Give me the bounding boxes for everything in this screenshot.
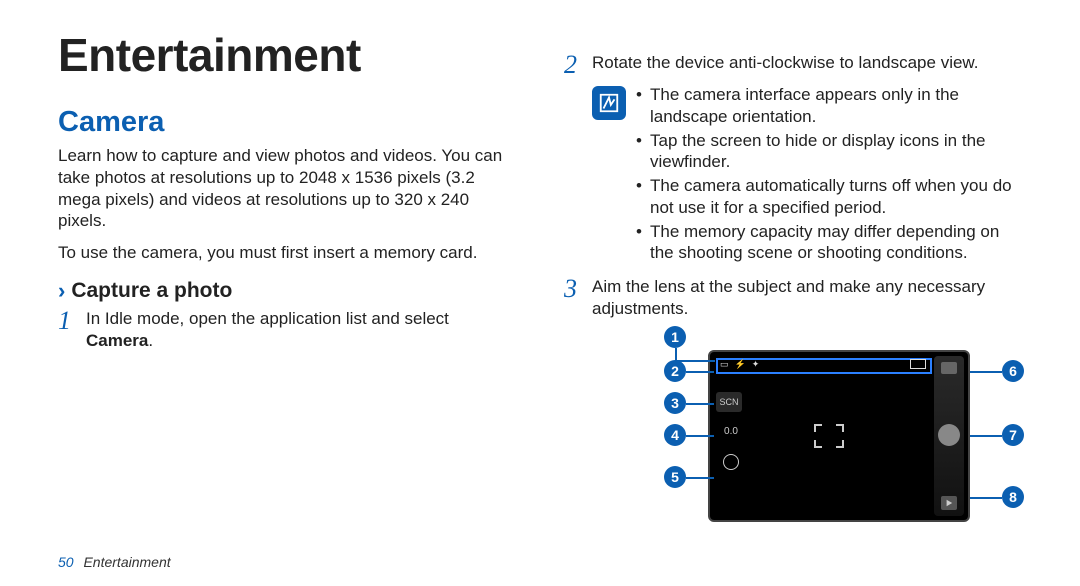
flash-icon: ⚡ xyxy=(735,359,746,370)
footer-label: Entertainment xyxy=(83,554,170,570)
callout-3: 3 xyxy=(664,392,686,414)
note-icon xyxy=(592,86,626,120)
chapter-title: Entertainment xyxy=(58,28,516,82)
scene-mode-label: SCN xyxy=(716,392,742,412)
callout-leader xyxy=(686,371,714,373)
right-column: 2 Rotate the device anti-clockwise to la… xyxy=(564,28,1022,536)
step-number: 3 xyxy=(564,276,592,302)
step-number: 2 xyxy=(564,52,592,78)
intro-paragraph-1: Learn how to capture and view photos and… xyxy=(58,145,516,232)
step-body: Aim the lens at the subject and make any… xyxy=(592,276,1022,320)
subheading-capture-photo: › Capture a photo xyxy=(58,278,516,304)
note-item: The camera interface appears only in the… xyxy=(636,84,1022,128)
camera-switch-icon xyxy=(941,362,957,374)
note-item: Tap the screen to hide or display icons … xyxy=(636,130,1022,174)
callout-4: 4 xyxy=(664,424,686,446)
mode-icon: ✦ xyxy=(752,359,760,370)
viewfinder-right-controls xyxy=(934,356,964,516)
left-column: Entertainment Camera Learn how to captur… xyxy=(58,28,516,536)
page-number: 50 xyxy=(58,554,74,570)
shutter-button-icon xyxy=(938,424,960,446)
callout-leader xyxy=(970,497,1002,499)
page-footer: 50 Entertainment xyxy=(58,554,171,570)
step1-bold: Camera xyxy=(86,331,148,350)
callout-leader xyxy=(675,348,677,360)
callout-2: 2 xyxy=(664,360,686,382)
section-title-camera: Camera xyxy=(58,106,516,139)
callout-7: 7 xyxy=(1002,424,1024,446)
note-list: The camera interface appears only in the… xyxy=(636,84,1022,266)
step-2: 2 Rotate the device anti-clockwise to la… xyxy=(564,52,1022,78)
subheading-text: Capture a photo xyxy=(71,279,232,303)
step1-post: . xyxy=(148,331,153,350)
focus-brackets-icon xyxy=(814,424,844,448)
callout-leader xyxy=(970,435,1002,437)
step-body: Rotate the device anti-clockwise to land… xyxy=(592,52,1022,74)
settings-gear-icon xyxy=(716,452,746,472)
chevron-icon: › xyxy=(58,278,65,304)
callout-6: 6 xyxy=(1002,360,1024,382)
intro-paragraph-2: To use the camera, you must first insert… xyxy=(58,242,516,264)
callout-1: 1 xyxy=(664,326,686,348)
storage-icon: ▭ xyxy=(720,359,729,370)
step-number: 1 xyxy=(58,308,86,334)
step-body: In Idle mode, open the application list … xyxy=(86,308,516,352)
step1-pre: In Idle mode, open the application list … xyxy=(86,309,449,328)
viewfinder-diagram: ▭ ⚡ ✦ SCN 0.0 xyxy=(644,326,1044,536)
note-item: The memory capacity may differ depending… xyxy=(636,221,1022,265)
callout-5: 5 xyxy=(664,466,686,488)
viewfinder-screen: ▭ ⚡ ✦ SCN 0.0 xyxy=(708,350,970,522)
callout-leader xyxy=(686,435,714,437)
ev-label: 0.0 xyxy=(716,422,746,442)
gallery-play-icon xyxy=(941,496,957,510)
battery-icon xyxy=(910,359,926,369)
step-1: 1 In Idle mode, open the application lis… xyxy=(58,308,516,352)
callout-leader xyxy=(686,477,714,479)
note-item: The camera automatically turns off when … xyxy=(636,175,1022,219)
page-content: Entertainment Camera Learn how to captur… xyxy=(0,0,1080,556)
callout-leader xyxy=(686,403,714,405)
viewfinder-left-controls: SCN 0.0 xyxy=(716,392,746,472)
callout-8: 8 xyxy=(1002,486,1024,508)
step-3: 3 Aim the lens at the subject and make a… xyxy=(564,276,1022,320)
callout-leader xyxy=(970,371,1002,373)
note-block: The camera interface appears only in the… xyxy=(592,84,1022,266)
viewfinder-top-icons: ▭ ⚡ ✦ xyxy=(720,359,759,370)
